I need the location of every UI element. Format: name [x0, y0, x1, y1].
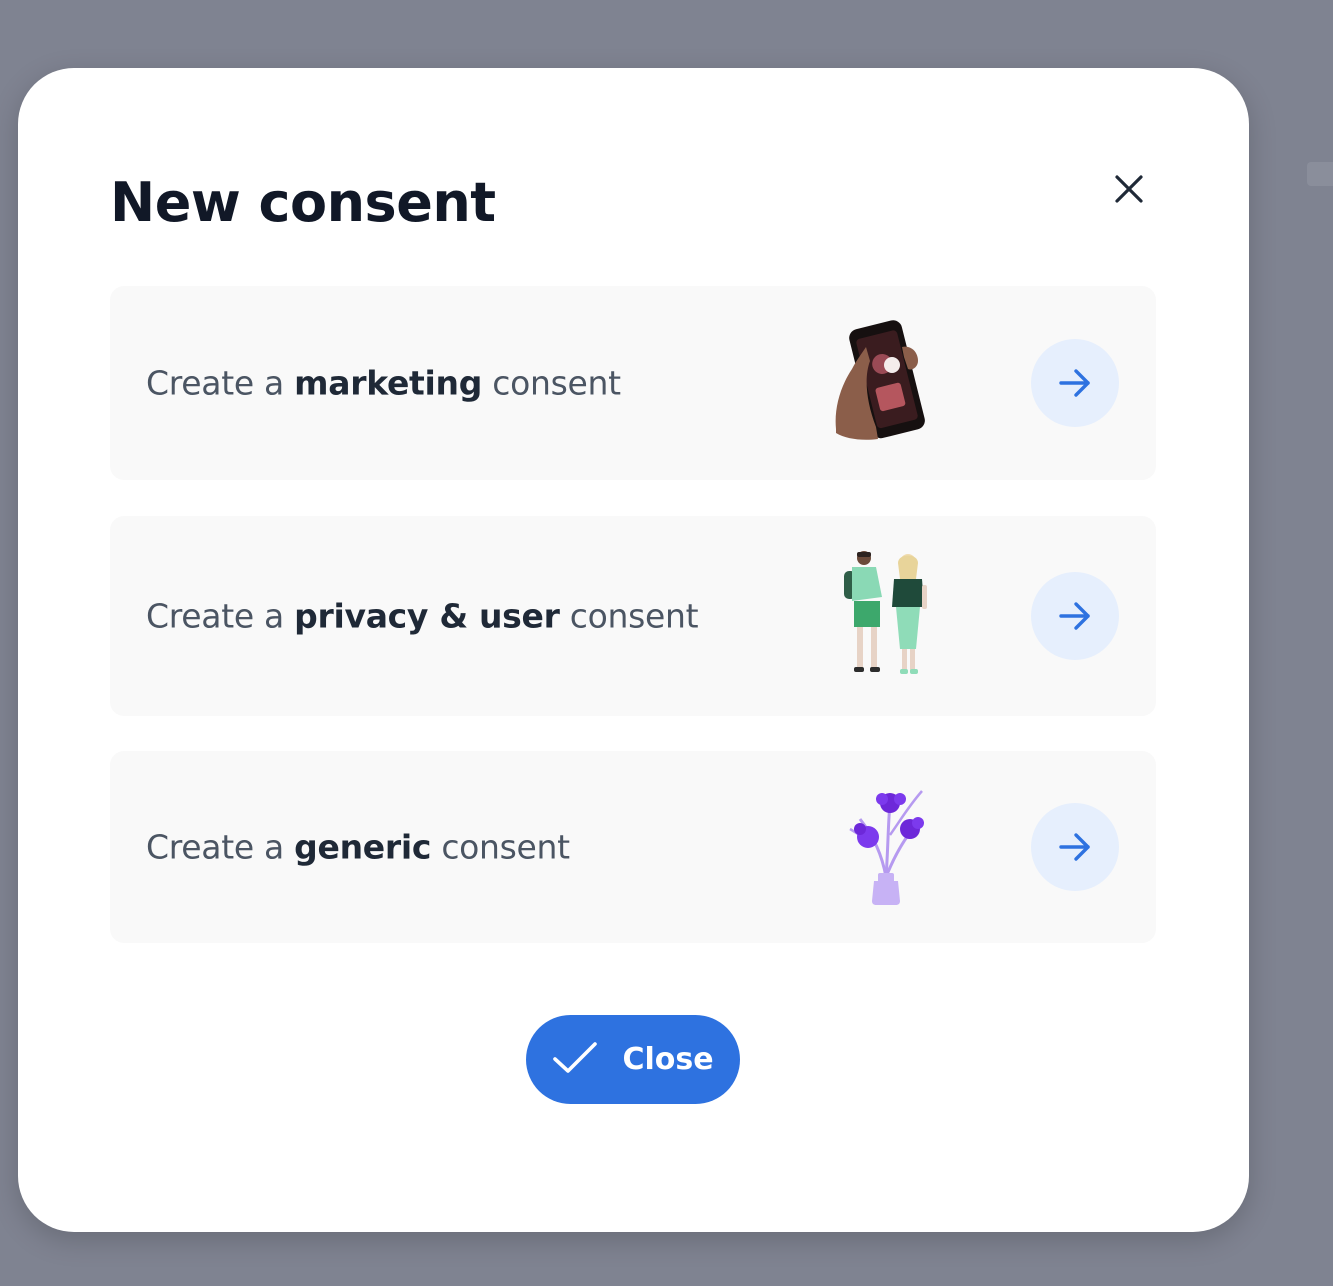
close-button[interactable]: Close: [526, 1015, 740, 1104]
option-label-emphasis: privacy & user: [294, 596, 560, 636]
option-label-suffix: consent: [569, 596, 699, 636]
option-label-prefix: Create a: [146, 363, 284, 403]
hand-holding-phone-illustration: [832, 317, 932, 449]
background-page-element: [1307, 162, 1333, 186]
option-label-prefix: Create a: [146, 596, 284, 636]
marketing-consent-option[interactable]: Create a marketing consent: [110, 286, 1156, 480]
option-label-suffix: consent: [441, 827, 570, 867]
checkmark-icon: [552, 1041, 598, 1079]
option-label-prefix: Create a: [146, 827, 284, 867]
flowers-vase-illustration: [846, 785, 930, 909]
option-label: Create a generic consent: [146, 828, 570, 867]
privacy-user-consent-option[interactable]: Create a privacy & user consent: [110, 516, 1156, 716]
option-label-suffix: consent: [492, 363, 621, 403]
arrow-right-icon[interactable]: [1031, 339, 1119, 427]
option-label: Create a privacy & user consent: [146, 596, 699, 636]
option-label-emphasis: generic: [294, 827, 432, 867]
two-people-illustration: [838, 549, 934, 683]
close-button-label: Close: [622, 1042, 714, 1077]
arrow-right-icon[interactable]: [1031, 572, 1119, 660]
option-label: Create a marketing consent: [146, 364, 621, 403]
generic-consent-option[interactable]: Create a generic consent: [110, 751, 1156, 943]
option-label-emphasis: marketing: [294, 363, 483, 403]
new-consent-dialog: New consent Create a marketing consent C…: [18, 68, 1249, 1232]
arrow-right-icon[interactable]: [1031, 803, 1119, 891]
dialog-title: New consent: [110, 171, 496, 234]
close-icon[interactable]: [1108, 168, 1150, 210]
